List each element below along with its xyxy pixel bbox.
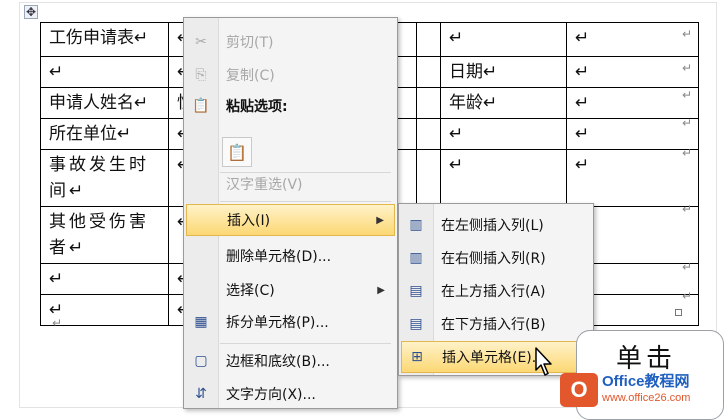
paste-keep-source-button[interactable]: 📋 xyxy=(222,137,252,167)
menu-item-label: 文字方向(X)... xyxy=(226,387,316,403)
menu-item-insert[interactable]: 插入(I) ▶ xyxy=(186,204,395,236)
menu-item-select[interactable]: 选择(C) ▶ xyxy=(186,274,395,306)
office-logo-icon: O xyxy=(560,373,598,407)
submenu-item-insert-row-below[interactable]: ▤ 在下方插入行(B) xyxy=(401,308,591,340)
table-move-handle-icon[interactable]: ✥ xyxy=(24,5,38,19)
paste-icon: 📋 xyxy=(192,98,210,114)
table-cell[interactable] xyxy=(416,56,441,88)
table-cell[interactable] xyxy=(416,22,441,57)
borders-icon: ▢ xyxy=(194,353,208,369)
table-cell[interactable]: ↵ xyxy=(566,149,699,207)
menu-item-label: 在左侧插入列(L) xyxy=(441,218,544,234)
menu-item-label: 在右侧插入列(R) xyxy=(441,251,546,267)
menu-item-label: 汉字重选(V) xyxy=(226,177,303,193)
menu-item-text-direction[interactable]: ⇵ 文字方向(X)... xyxy=(186,378,395,410)
menu-item-cut[interactable]: ✂ 剪切(T) xyxy=(186,26,395,58)
row-end-mark: ↵ xyxy=(682,289,693,303)
menu-item-label: 剪切(T) xyxy=(226,35,274,51)
table-cell[interactable]: ↵ xyxy=(566,56,699,88)
menu-item-label: 粘贴选项: xyxy=(226,99,288,115)
menu-item-paste-options: 📋 粘贴选项: xyxy=(186,90,395,122)
menu-item-copy[interactable]: ⎘ 复制(C) xyxy=(186,59,395,91)
table-cell[interactable]: ↵ xyxy=(440,118,567,150)
row-end-mark: ↵ xyxy=(682,61,693,75)
text-direction-icon: ⇵ xyxy=(195,386,207,402)
table-resize-handle[interactable] xyxy=(675,309,682,316)
menu-item-label: 选择(C) xyxy=(226,283,275,299)
row-end-mark: ↵ xyxy=(682,88,693,102)
table-cell[interactable]: 日期↵ xyxy=(440,56,567,88)
table-cell[interactable] xyxy=(416,149,441,207)
watermark-url: www.office26.com xyxy=(602,392,691,404)
submenu-arrow-icon: ▶ xyxy=(377,284,385,296)
insert-row-below-icon: ▤ xyxy=(409,316,423,332)
menu-item-reconvert[interactable]: 汉字重选(V) xyxy=(186,168,395,200)
table-cell[interactable]: ↵ xyxy=(40,263,169,295)
insert-column-right-icon: ▥ xyxy=(409,250,423,266)
table-cell[interactable] xyxy=(416,118,441,150)
row-end-mark: ↵ xyxy=(682,116,693,130)
menu-item-label: 插入(I) xyxy=(227,213,271,229)
table-cell[interactable]: ↵ xyxy=(440,22,567,57)
insert-cells-icon: ⊞ xyxy=(411,349,423,365)
insert-column-left-icon: ▥ xyxy=(409,217,423,233)
submenu-item-insert-column-right[interactable]: ▥ 在右侧插入列(R) xyxy=(401,242,591,274)
table-cell[interactable]: 所在单位↵ xyxy=(40,118,169,150)
menu-item-label: 边框和底纹(B)... xyxy=(226,354,330,370)
paragraph-mark: ↵ xyxy=(52,316,63,330)
table-cell[interactable]: 事故发生时间↵ xyxy=(40,149,169,207)
table-cell[interactable]: 申请人姓名↵ xyxy=(40,87,169,119)
scissors-icon: ✂ xyxy=(195,34,207,50)
table-cell[interactable] xyxy=(416,87,441,119)
watermark: O Office教程网 www.office26.com xyxy=(560,368,720,412)
submenu-item-insert-column-left[interactable]: ▥ 在左侧插入列(L) xyxy=(401,209,591,241)
insert-submenu: ▥ 在左侧插入列(L) ▥ 在右侧插入列(R) ▤ 在上方插入行(A) ▤ 在下… xyxy=(398,203,594,376)
table-cell[interactable]: 年龄↵ xyxy=(440,87,567,119)
mouse-cursor-icon xyxy=(535,347,552,376)
menu-item-label: 删除单元格(D)... xyxy=(226,249,332,265)
copy-icon: ⎘ xyxy=(195,67,207,83)
watermark-name: Office教程网 xyxy=(602,373,690,390)
menu-item-label: 在上方插入行(A) xyxy=(441,284,546,300)
table-cell[interactable]: 其他受伤害者↵ xyxy=(40,206,169,264)
submenu-item-insert-row-above[interactable]: ▤ 在上方插入行(A) xyxy=(401,275,591,307)
table-cell[interactable]: ↵ xyxy=(566,22,699,57)
menu-item-delete-cells[interactable]: 删除单元格(D)... xyxy=(186,240,395,272)
row-end-mark: ↵ xyxy=(682,202,693,216)
insert-row-above-icon: ▤ xyxy=(409,283,423,299)
menu-item-label: 复制(C) xyxy=(226,68,275,84)
context-menu: ✂ 剪切(T) ⎘ 复制(C) 📋 粘贴选项: 📋 汉字重选(V) 插入(I) … xyxy=(183,17,398,409)
row-end-mark: ↵ xyxy=(682,146,693,160)
table-cell[interactable]: 工伤申请表↵ xyxy=(40,22,169,57)
table-cell[interactable]: ↵ xyxy=(440,149,567,207)
menu-item-borders-shading[interactable]: ▢ 边框和底纹(B)... xyxy=(186,345,395,377)
menu-item-split-cells[interactable]: ▦ 拆分单元格(P)... xyxy=(186,306,395,338)
table-cell[interactable]: ↵ xyxy=(566,118,699,150)
menu-item-label: 插入单元格(E)... xyxy=(442,350,546,366)
menu-item-label: 拆分单元格(P)... xyxy=(226,315,329,331)
menu-item-label: 在下方插入行(B) xyxy=(441,317,546,333)
row-end-mark: ↵ xyxy=(682,260,693,274)
table-cell[interactable]: ↵ xyxy=(566,87,699,119)
submenu-arrow-icon: ▶ xyxy=(376,214,384,226)
row-end-mark: ↵ xyxy=(682,27,693,41)
split-cells-icon: ▦ xyxy=(194,314,208,330)
table-cell[interactable]: ↵ xyxy=(40,56,169,88)
